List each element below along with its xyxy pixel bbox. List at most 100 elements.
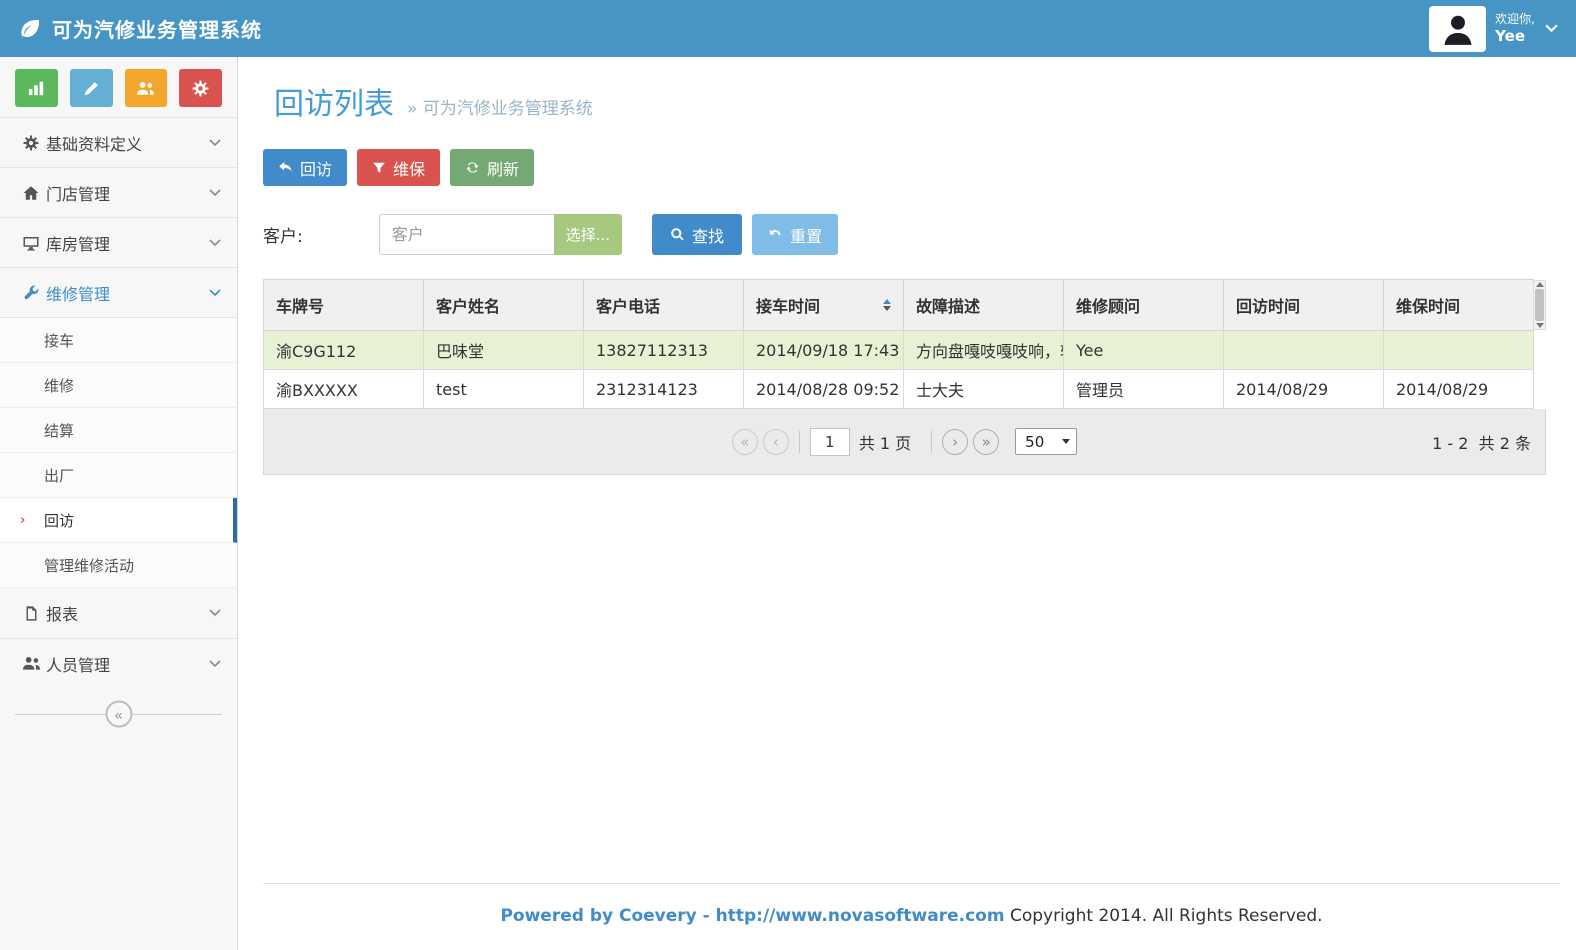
submenu-item-label: 管理维修活动 bbox=[44, 555, 134, 576]
main-content: 回访列表 » 可为汽修业务管理系统 回访 维保 刷新 bbox=[239, 57, 1576, 950]
col-header-maintain-time[interactable]: 维保时间 bbox=[1384, 280, 1534, 331]
cell-fault-desc: 方向盘嘎吱嘎吱响，转 bbox=[904, 331, 1064, 370]
scroll-down-icon[interactable] bbox=[1536, 323, 1544, 328]
sidebar-item-label: 库房管理 bbox=[46, 231, 209, 255]
sort-desc-icon bbox=[883, 306, 891, 311]
powered-by-link[interactable]: Powered by Coevery - http://www.novasoft… bbox=[500, 906, 1004, 926]
maintain-button[interactable]: 维保 bbox=[357, 149, 440, 186]
table-area: 车牌号 客户姓名 客户电话 接车时间 故 bbox=[263, 279, 1546, 475]
gear-icon bbox=[191, 79, 210, 98]
submenu-item-settlement[interactable]: 结算 bbox=[0, 408, 237, 453]
person-icon bbox=[1439, 10, 1477, 48]
sidebar-menu: 基础资料定义 门店管理 库房管理 bbox=[0, 117, 237, 317]
page-header: 回访列表 » 可为汽修业务管理系统 bbox=[274, 79, 1576, 123]
col-header-advisor[interactable]: 维修顾问 bbox=[1064, 280, 1224, 331]
submenu-item-label: 维修 bbox=[44, 375, 74, 396]
visit-button[interactable]: 回访 bbox=[263, 149, 347, 186]
quick-users-button[interactable] bbox=[125, 69, 168, 107]
table-vertical-scrollbar[interactable] bbox=[1533, 280, 1546, 330]
col-header-plate[interactable]: 车牌号 bbox=[264, 280, 424, 331]
chevron-down-icon bbox=[209, 660, 221, 668]
visit-button-label: 回访 bbox=[300, 156, 332, 180]
first-page-button[interactable]: « bbox=[732, 429, 758, 455]
sidebar-item-warehouse-mgmt[interactable]: 库房管理 bbox=[0, 217, 237, 267]
submenu-item-follow-up[interactable]: › 回访 bbox=[0, 498, 237, 543]
scroll-up-icon[interactable] bbox=[1536, 282, 1544, 287]
username: Yee bbox=[1495, 27, 1535, 46]
avatar[interactable] bbox=[1429, 6, 1486, 52]
page-number-input[interactable] bbox=[810, 428, 850, 456]
welcome-block: 欢迎你, Yee bbox=[1495, 12, 1535, 46]
sort-icons[interactable] bbox=[883, 299, 891, 311]
filter-row: 客户: 选择... 查找 重置 bbox=[263, 214, 1576, 255]
table-row[interactable]: 渝BXXXXX test 2312314123 2014/08/28 09:52… bbox=[264, 370, 1534, 409]
chevron-down-icon[interactable] bbox=[1545, 24, 1558, 33]
submenu-item-label: 出厂 bbox=[44, 465, 74, 486]
col-header-fault-desc[interactable]: 故障描述 bbox=[904, 280, 1064, 331]
users-icon bbox=[136, 79, 155, 98]
active-arrow-icon: › bbox=[20, 513, 25, 528]
cell-advisor: 管理员 bbox=[1064, 370, 1224, 409]
record-range-info: 1 - 2 共 2 条 bbox=[1432, 430, 1531, 454]
sidebar-item-label: 人员管理 bbox=[46, 652, 209, 676]
chevron-down-icon bbox=[209, 289, 221, 297]
submenu-item-repair[interactable]: 维修 bbox=[0, 363, 237, 408]
col-header-receive-time-label: 接车时间 bbox=[756, 293, 820, 317]
prev-page-button[interactable]: ‹ bbox=[763, 429, 789, 455]
cell-customer-name: 巴味堂 bbox=[424, 331, 584, 370]
page-size-value: 50 bbox=[1025, 433, 1044, 451]
total-pages-label: 共 1 页 bbox=[859, 430, 911, 454]
quick-settings-button[interactable] bbox=[179, 69, 222, 107]
undo-icon bbox=[768, 227, 783, 242]
maintain-button-label: 维保 bbox=[393, 156, 425, 180]
funnel-icon bbox=[372, 161, 386, 175]
next-page-button[interactable]: › bbox=[942, 429, 968, 455]
cell-maintain-time: 2014/08/29 bbox=[1384, 370, 1534, 409]
divider bbox=[799, 431, 800, 453]
repair-submenu: 接车 维修 结算 出厂 › 回访 管理维修活动 bbox=[0, 317, 237, 588]
sidebar-item-label: 基础资料定义 bbox=[46, 131, 209, 155]
submenu-item-receive-car[interactable]: 接车 bbox=[0, 318, 237, 363]
sidebar-collapse-row: « bbox=[0, 688, 237, 740]
search-button[interactable]: 查找 bbox=[652, 214, 742, 255]
col-header-customer-name[interactable]: 客户姓名 bbox=[424, 280, 584, 331]
quick-chart-button[interactable] bbox=[15, 69, 58, 107]
cell-customer-phone: 13827112313 bbox=[584, 331, 744, 370]
bar-chart-icon bbox=[27, 79, 45, 97]
submenu-item-leave-factory[interactable]: 出厂 bbox=[0, 453, 237, 498]
table-row[interactable]: 渝C9G112 巴味堂 13827112313 2014/09/18 17:43… bbox=[264, 331, 1534, 370]
reset-button[interactable]: 重置 bbox=[752, 214, 838, 255]
toolbar: 回访 维保 刷新 bbox=[263, 149, 1576, 186]
scrollbar-thumb[interactable] bbox=[1535, 289, 1544, 321]
last-page-button[interactable]: » bbox=[973, 429, 999, 455]
customer-input[interactable] bbox=[379, 214, 554, 255]
submenu-item-manage-repair-activity[interactable]: 管理维修活动 bbox=[0, 543, 237, 588]
sidebar-item-repair-mgmt[interactable]: 维修管理 bbox=[0, 267, 237, 317]
cell-receive-time: 2014/09/18 17:43 bbox=[744, 331, 904, 370]
cell-advisor: Yee bbox=[1064, 331, 1224, 370]
table-header-row: 车牌号 客户姓名 客户电话 接车时间 故 bbox=[264, 280, 1534, 331]
customer-select-button[interactable]: 选择... bbox=[554, 214, 622, 255]
refresh-icon bbox=[465, 160, 480, 175]
search-button-label: 查找 bbox=[692, 223, 724, 247]
col-header-customer-phone[interactable]: 客户电话 bbox=[584, 280, 744, 331]
users-icon bbox=[16, 654, 46, 673]
cell-followup-time: 2014/08/29 bbox=[1224, 370, 1384, 409]
col-header-receive-time[interactable]: 接车时间 bbox=[744, 280, 904, 331]
col-header-followup-time[interactable]: 回访时间 bbox=[1224, 280, 1384, 331]
sidebar-item-store-mgmt[interactable]: 门店管理 bbox=[0, 167, 237, 217]
sidebar-collapse-button[interactable]: « bbox=[105, 701, 132, 728]
submenu-item-label: 结算 bbox=[44, 420, 74, 441]
sidebar-item-base-data[interactable]: 基础资料定义 bbox=[0, 117, 237, 167]
quick-edit-button[interactable] bbox=[70, 69, 113, 107]
cell-plate: 渝BXXXXX bbox=[264, 370, 424, 409]
search-icon bbox=[670, 227, 685, 242]
refresh-button[interactable]: 刷新 bbox=[450, 149, 534, 186]
sidebar-item-staff-mgmt[interactable]: 人员管理 bbox=[0, 638, 237, 688]
chevron-down-icon bbox=[209, 189, 221, 197]
sidebar-item-reports[interactable]: 报表 bbox=[0, 588, 237, 638]
wrench-icon bbox=[16, 284, 46, 302]
page-size-select[interactable]: 50 bbox=[1015, 428, 1077, 455]
chevron-down-icon bbox=[1062, 439, 1070, 444]
chevron-down-icon bbox=[209, 139, 221, 147]
